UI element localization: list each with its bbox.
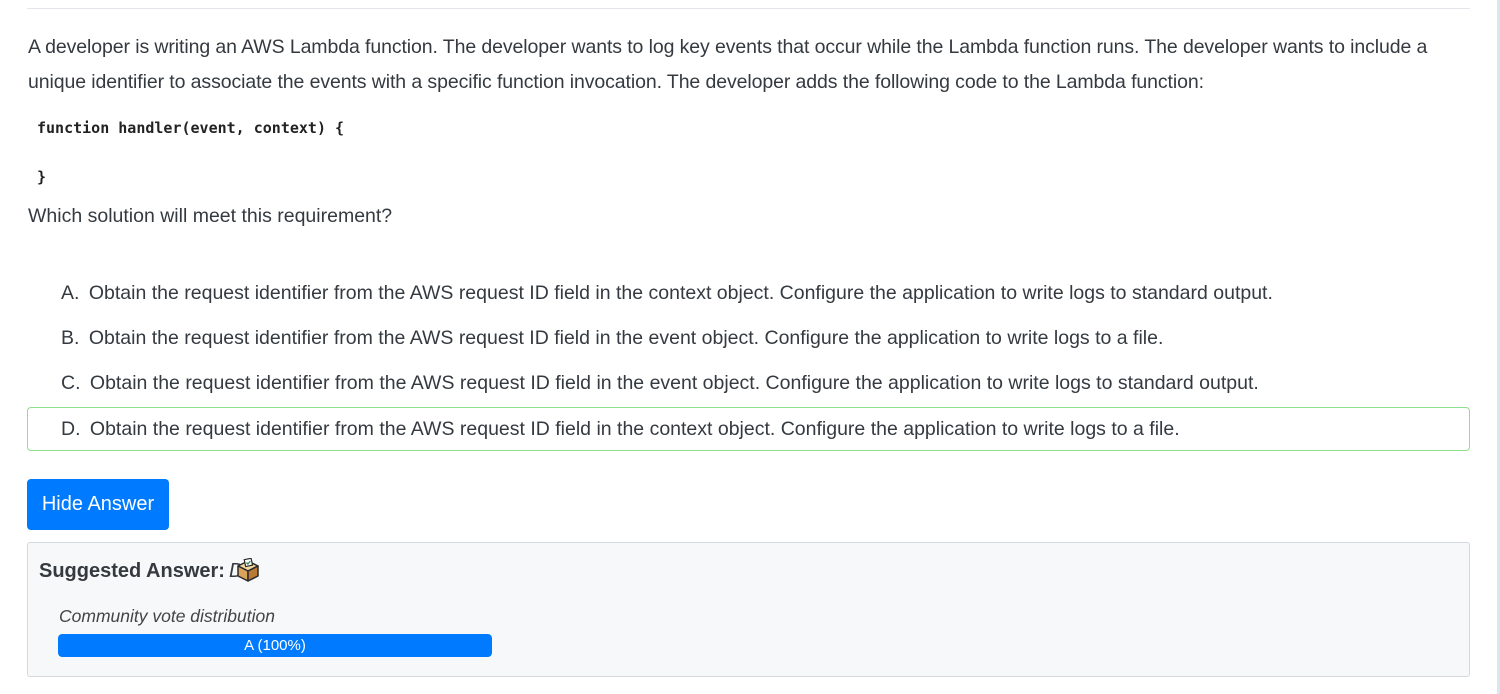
suggested-answer: Suggested Answer: D	[39, 557, 243, 585]
divider	[27, 8, 1470, 9]
vote-distribution-label: Community vote distribution	[59, 606, 275, 626]
choice-b[interactable]: B. Obtain the request identifier from th…	[27, 316, 1470, 360]
hide-answer-button[interactable]: Hide Answer	[27, 479, 169, 530]
choice-letter: C.	[61, 372, 81, 394]
choice-text: Obtain the request identifier from the A…	[89, 418, 1180, 440]
question-text: A developer is writing an AWS Lambda fun…	[28, 36, 1428, 93]
choice-a[interactable]: A. Obtain the request identifier from th…	[27, 271, 1470, 315]
choice-text: Obtain the request identifier from the A…	[89, 372, 1259, 394]
answer-panel: Suggested Answer: D Community vote distri…	[27, 542, 1470, 677]
choice-c[interactable]: C. Obtain the request identifier from th…	[27, 361, 1470, 405]
code-line: }	[37, 168, 47, 186]
choice-text: Obtain the request identifier from the A…	[88, 327, 1164, 349]
choice-d[interactable]: D. Obtain the request identifier from th…	[27, 407, 1470, 451]
choice-letter: A.	[61, 282, 80, 304]
question-prompt: Which solution will meet this requiremen…	[28, 205, 393, 227]
choice-text: Obtain the request identifier from the A…	[88, 282, 1273, 304]
vote-bar: A (100%)	[58, 634, 492, 657]
vote-bar-text: A (100%)	[244, 637, 306, 654]
choice-letter: D.	[61, 418, 81, 440]
code-line: function handler(event, context) {	[37, 119, 345, 137]
choice-letter: B.	[61, 327, 80, 349]
ballot-box-icon[interactable]	[235, 557, 261, 584]
suggested-answer-label: Suggested Answer:	[39, 560, 225, 582]
